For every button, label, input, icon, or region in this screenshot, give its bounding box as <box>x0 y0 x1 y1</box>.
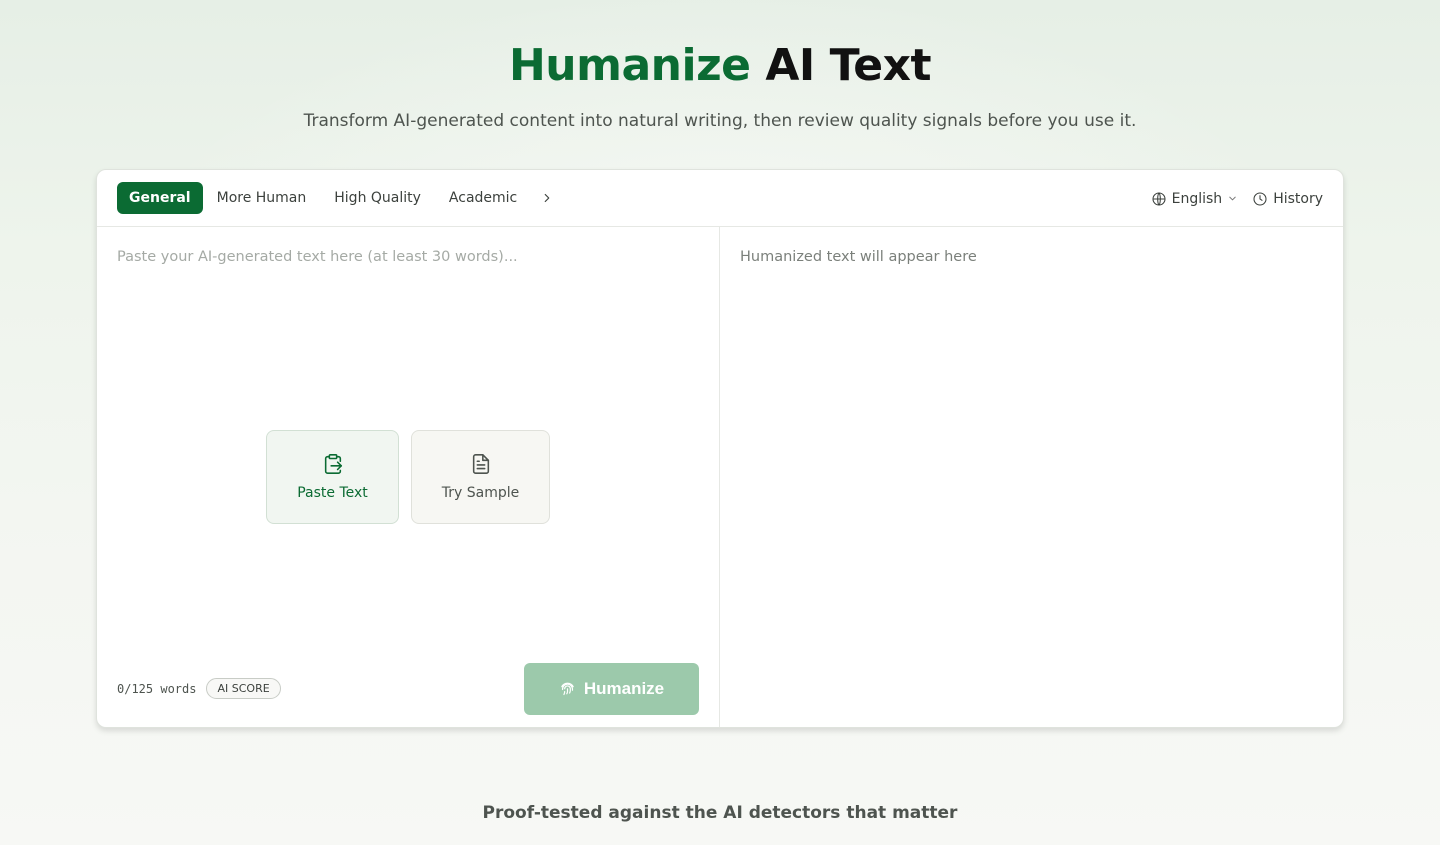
fingerprint-icon <box>561 682 574 695</box>
page-title-accent: Humanize <box>508 40 751 91</box>
try-sample-label: Try Sample <box>441 485 520 501</box>
language-select[interactable]: English <box>1151 191 1239 207</box>
language-label: English <box>1171 190 1223 207</box>
clock-icon <box>1253 191 1267 206</box>
ai-score-badge[interactable]: AI SCORE <box>206 678 281 699</box>
tab-academic[interactable]: Academic <box>435 182 531 214</box>
toolbar-right: English History <box>1151 170 1323 227</box>
page-title-rest: AI Text <box>765 40 932 91</box>
globe-icon <box>1152 191 1166 206</box>
chevron-down-icon <box>1229 196 1236 201</box>
editor-panes: Paste Text Try Sample 0/125 words AI SCO… <box>97 227 1343 727</box>
humanizer-card: General More Human High Quality Academic… <box>96 169 1344 728</box>
mode-toolbar: General More Human High Quality Academic… <box>97 170 1343 227</box>
tab-general[interactable]: General <box>117 182 203 214</box>
tabs-next-button[interactable] <box>533 182 561 214</box>
page-title: Humanize AI Text <box>0 40 1440 91</box>
clipboard-paste-icon <box>324 454 342 474</box>
history-label: History <box>1273 190 1323 207</box>
humanize-button[interactable]: Humanize <box>524 663 699 715</box>
tab-more-human[interactable]: More Human <box>203 182 321 214</box>
page-subtitle: Transform AI-generated content into natu… <box>303 111 1137 131</box>
paste-text-label: Paste Text <box>297 485 368 501</box>
proof-heading: Proof-tested against the AI detectors th… <box>482 803 958 823</box>
output-placeholder: Humanized text will appear here <box>740 249 977 265</box>
document-icon <box>472 454 489 474</box>
chevron-right-icon <box>544 193 550 203</box>
word-count: 0/125 words <box>117 681 197 696</box>
output-pane: Humanized text will appear here <box>720 227 1343 727</box>
input-pane: Paste Text Try Sample 0/125 words AI SCO… <box>97 227 720 727</box>
paste-text-button[interactable]: Paste Text <box>266 430 399 524</box>
humanize-label: Humanize <box>583 679 665 698</box>
try-sample-button[interactable]: Try Sample <box>411 430 550 524</box>
history-button[interactable]: History <box>1252 191 1323 207</box>
tab-high-quality[interactable]: High Quality <box>320 182 435 214</box>
input-footer: 0/125 words AI SCORE <box>117 678 281 699</box>
input-actions: Paste Text Try Sample <box>266 430 550 524</box>
